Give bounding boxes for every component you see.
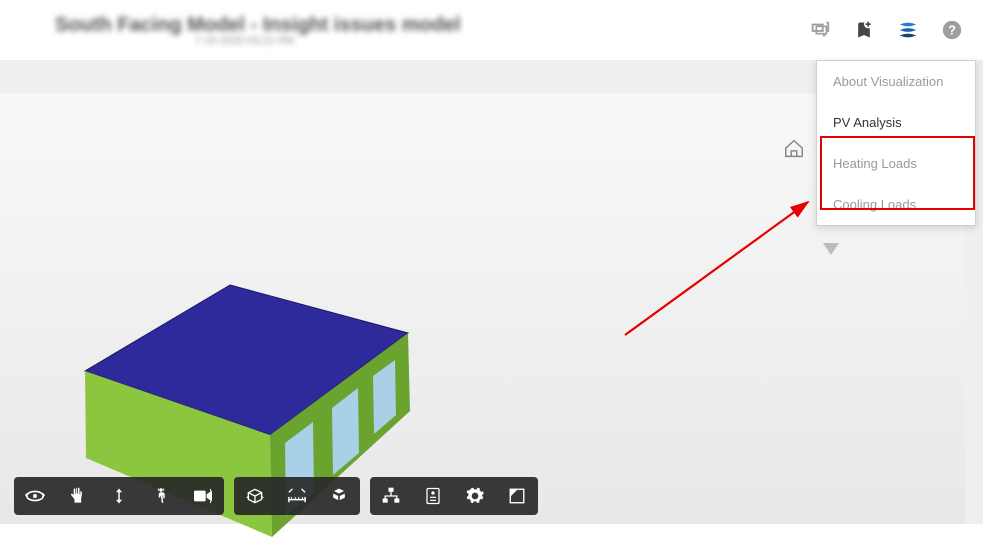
menu-heating-loads[interactable]: Heating Loads (817, 143, 975, 184)
pan-button[interactable] (56, 477, 98, 515)
page-title: South Facing Model - Insight issues mode… (55, 14, 461, 37)
settings-button[interactable] (454, 477, 496, 515)
menu-pv-analysis[interactable]: PV Analysis (817, 102, 975, 143)
zoom-button[interactable] (98, 477, 140, 515)
header-toolbar: ? (809, 19, 963, 41)
measure-button[interactable] (276, 477, 318, 515)
help-icon[interactable]: ? (941, 19, 963, 41)
properties-button[interactable] (412, 477, 454, 515)
nav-home-icon[interactable] (783, 138, 805, 160)
model-tool-group (370, 477, 538, 515)
screens-icon[interactable] (809, 19, 831, 41)
timestamp: 7 23 2020 03:21 PM (195, 35, 461, 47)
orbit-button[interactable] (14, 477, 56, 515)
bookmark-add-icon[interactable] (853, 19, 875, 41)
section-button[interactable] (234, 477, 276, 515)
nav-down-icon[interactable] (821, 241, 843, 263)
navigation-tool-group (14, 477, 224, 515)
walk-button[interactable] (140, 477, 182, 515)
visualization-menu-icon[interactable] (897, 19, 919, 41)
menu-cooling-loads[interactable]: Cooling Loads (817, 184, 975, 225)
explode-button[interactable] (318, 477, 360, 515)
svg-text:?: ? (948, 23, 956, 38)
menu-about-visualization[interactable]: About Visualization (817, 61, 975, 102)
model-browser-button[interactable] (370, 477, 412, 515)
viewer-toolbar (14, 477, 538, 515)
display-tool-group (234, 477, 360, 515)
camera-button[interactable] (182, 477, 224, 515)
title-area: South Facing Model - Insight issues mode… (55, 14, 461, 47)
app-header: South Facing Model - Insight issues mode… (0, 0, 983, 60)
fullscreen-button[interactable] (496, 477, 538, 515)
viewer-content: About Visualization PV Analysis Heating … (0, 60, 983, 524)
visualization-dropdown: About Visualization PV Analysis Heating … (816, 60, 976, 226)
